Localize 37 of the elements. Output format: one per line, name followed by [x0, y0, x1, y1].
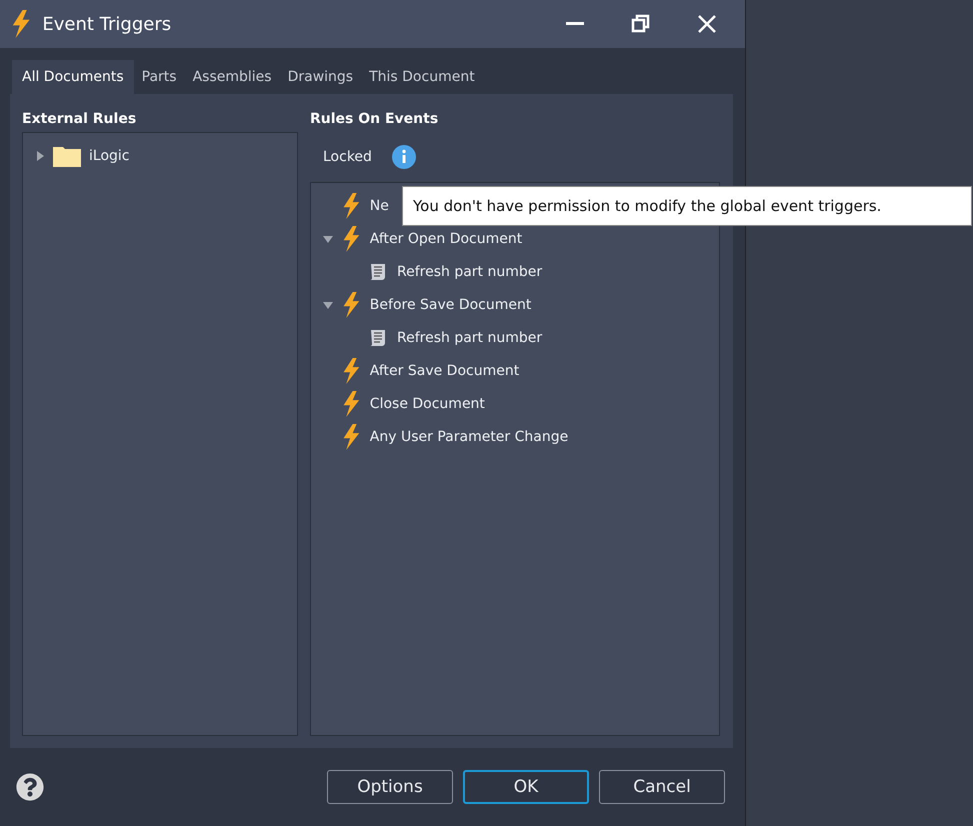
tree-item[interactable]: After Save Document	[370, 362, 520, 378]
section-heading: External Rules	[22, 110, 138, 129]
help-icon[interactable]	[16, 773, 44, 801]
tree-item[interactable]: After Open Document	[370, 230, 522, 246]
lightning-icon	[341, 292, 362, 318]
lightning-icon	[341, 358, 362, 384]
lightning-icon	[341, 192, 362, 218]
tooltip: You don't have permission to modify the global event triggers.	[402, 186, 972, 226]
tree-item[interactable]: Any User Parameter Change	[370, 428, 568, 444]
tab[interactable]: Drawings	[280, 60, 362, 94]
tree-item[interactable]: Refresh part number	[397, 330, 542, 346]
section-heading: Rules On Events	[310, 110, 440, 129]
dialog-button[interactable]: Options	[327, 770, 453, 804]
tab[interactable]: All Documents	[12, 60, 134, 94]
minimize-icon[interactable]	[566, 22, 584, 26]
lightning-icon	[341, 390, 362, 416]
restore-icon[interactable]	[631, 14, 651, 34]
tab[interactable]: Parts	[134, 60, 185, 94]
tree-item[interactable]: Ne	[370, 198, 389, 214]
lock-status: Locked	[323, 149, 372, 165]
tab[interactable]: This Document	[361, 60, 483, 94]
window-title: Event Triggers	[42, 14, 172, 34]
tab[interactable]: Assemblies	[184, 60, 280, 94]
dialog-button[interactable]: Cancel	[599, 770, 725, 804]
info-icon[interactable]	[392, 145, 416, 169]
tree-item[interactable]: iLogic	[89, 148, 130, 164]
lightning-icon	[341, 226, 362, 252]
tree-item[interactable]: Before Save Document	[370, 296, 532, 312]
dialog-button[interactable]: OK	[463, 770, 589, 804]
tree-item[interactable]: Refresh part number	[397, 264, 542, 280]
expand-arrow-icon[interactable]	[35, 150, 45, 160]
close-icon[interactable]	[697, 14, 717, 34]
expand-arrow-icon[interactable]	[323, 300, 333, 310]
folder-icon	[53, 144, 81, 166]
lightning-icon	[341, 424, 362, 450]
expand-arrow-icon[interactable]	[323, 234, 333, 244]
tree-item[interactable]: Close Document	[370, 396, 485, 412]
